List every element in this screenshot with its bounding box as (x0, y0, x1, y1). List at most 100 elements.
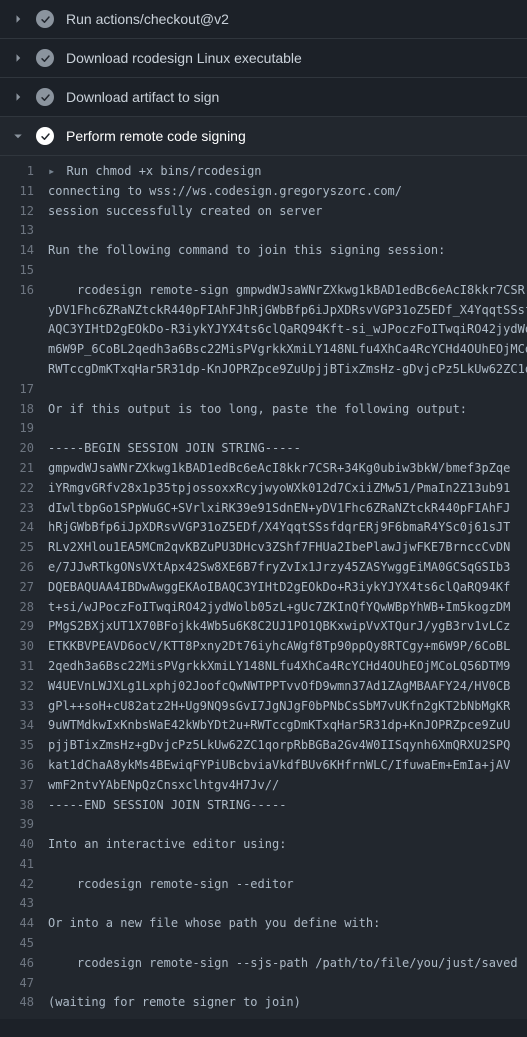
log-line: 36kat1dChaA8ykMs4BEwiqFYPiUBcbviaVkdfBUv… (0, 756, 527, 776)
step-label: Run actions/checkout@v2 (66, 11, 229, 27)
line-number: 40 (0, 835, 48, 855)
line-number: 47 (0, 974, 48, 994)
line-content: DQEBAQUAA4IBDwAwggEKAoIBAQC3YIHtD2gEOkDo… (48, 578, 510, 598)
line-text: 2qedh3a6Bsc22MisPVgrkkXmiLY148NLfu4XhCa4… (48, 659, 510, 673)
line-text: PMgS2BXjxUT1X70BFojkk4Wb5u6K8C2UJ1PO1QBK… (48, 619, 510, 633)
line-number: 41 (0, 855, 48, 875)
line-text: W4UEVnLWJXLg1Lxphj02JoofcQwNWTPPTvvOfD9w… (48, 679, 510, 693)
line-text: DQEBAQUAA4IBDwAwggEKAoIBAQC3YIHtD2gEOkDo… (48, 580, 510, 594)
line-number (0, 340, 48, 360)
line-content: session successfully created on server (48, 202, 323, 222)
log-line: 21gmpwdWJsaWNrZXkwg1kBAD1edBc6eAcI8kkr7C… (0, 459, 527, 479)
log-line: yDV1Fhc6ZRaNZtckR440pFIAhFJhRjGWbBfp6iJp… (0, 301, 527, 321)
log-line: 35pjjBTixZmsHz+gDvjcPz5LkUw62ZC1qorpRbBG… (0, 736, 527, 756)
log-line: 349uWTMdkwIxKnbsWaE42kWbYDt2u+RWTccgDmKT… (0, 716, 527, 736)
step-row[interactable]: Download artifact to sign (0, 78, 527, 117)
line-content: wmF2ntvYAbENpQzCnsxclhtgv4H7Jv// (48, 776, 279, 796)
line-number: 1 (0, 162, 48, 182)
log-line: 45 (0, 934, 527, 954)
log-line: 37wmF2ntvYAbENpQzCnsxclhtgv4H7Jv// (0, 776, 527, 796)
line-content: RWTccgDmKTxqHar5R31dp-KnJOPRZpce9ZuUpjjB… (48, 360, 527, 380)
line-number: 48 (0, 993, 48, 1013)
line-number: 16 (0, 281, 48, 301)
line-text: -----END SESSION JOIN STRING----- (48, 798, 286, 812)
check-circle-icon (36, 10, 54, 28)
log-line: 24hRjGWbBfp6iJpXDRsvVGP31oZ5EDf/X4YqqtSS… (0, 518, 527, 538)
log-line: 29PMgS2BXjxUT1X70BFojkk4Wb5u6K8C2UJ1PO1Q… (0, 617, 527, 637)
line-content: kat1dChaA8ykMs4BEwiqFYPiUBcbviaVkdfBUv6K… (48, 756, 510, 776)
log-line: 47 (0, 974, 527, 994)
line-text: Or if this output is too long, paste the… (48, 402, 467, 416)
log-line: 42 rcodesign remote-sign --editor (0, 875, 527, 895)
line-content: (waiting for remote signer to join) (48, 993, 301, 1013)
log-line: 19 (0, 419, 527, 439)
line-number: 33 (0, 697, 48, 717)
line-content: PMgS2BXjxUT1X70BFojkk4Wb5u6K8C2UJ1PO1QBK… (48, 617, 510, 637)
line-content: rcodesign remote-sign gmpwdWJsaWNrZXkwg1… (48, 281, 527, 301)
line-number (0, 320, 48, 340)
line-number: 17 (0, 380, 48, 400)
check-circle-icon (36, 127, 54, 145)
line-number: 25 (0, 538, 48, 558)
line-text: -----BEGIN SESSION JOIN STRING----- (48, 441, 301, 455)
log-line: 40Into an interactive editor using: (0, 835, 527, 855)
log-output: 1▸ Run chmod +x bins/rcodesign11connecti… (0, 156, 527, 1019)
line-number: 30 (0, 637, 48, 657)
line-text: gPl++soH+cU82atz2H+Ug9NQ9sGvI7JgNJgF0bPN… (48, 699, 510, 713)
log-line: 48(waiting for remote signer to join) (0, 993, 527, 1013)
log-line: 20-----BEGIN SESSION JOIN STRING----- (0, 439, 527, 459)
log-line: 30ETKKBVPEAVD6ocV/KTT8Pxny2Dt76iyhcAWgf8… (0, 637, 527, 657)
log-line: 28t+si/wJPoczFoITwqiRO42jydWolb05zL+gUc7… (0, 598, 527, 618)
line-number: 19 (0, 419, 48, 439)
log-line: 15 (0, 261, 527, 281)
line-number: 44 (0, 914, 48, 934)
log-line: 17 (0, 380, 527, 400)
line-content: RLv2XHlou1EA5MCm2qvKBZuPU3DHcv3ZShf7FHUa… (48, 538, 510, 558)
line-text: yDV1Fhc6ZRaNZtckR440pFIAhFJhRjGWbBfp6iJp… (48, 303, 527, 317)
line-number: 21 (0, 459, 48, 479)
line-text: pjjBTixZmsHz+gDvjcPz5LkUw62ZC1qorpRbBGBa… (48, 738, 510, 752)
line-content: 9uWTMdkwIxKnbsWaE42kWbYDt2u+RWTccgDmKTxq… (48, 716, 510, 736)
line-number: 18 (0, 400, 48, 420)
line-number: 38 (0, 796, 48, 816)
line-content: -----BEGIN SESSION JOIN STRING----- (48, 439, 301, 459)
log-line: 32W4UEVnLWJXLg1Lxphj02JoofcQwNWTPPTvvOfD… (0, 677, 527, 697)
log-line: 26e/7JJwRTkgONsVXtApx42Sw8XE6B7fryZvIx1J… (0, 558, 527, 578)
chevron-right-icon (12, 91, 24, 103)
log-line: 312qedh3a6Bsc22MisPVgrkkXmiLY148NLfu4XhC… (0, 657, 527, 677)
line-text: kat1dChaA8ykMs4BEwiqFYPiUBcbviaVkdfBUv6K… (48, 758, 510, 772)
line-content: m6W9P_6CoBL2qedh3a6Bsc22MisPVgrkkXmiLY14… (48, 340, 527, 360)
disclosure-triangle-icon[interactable]: ▸ (48, 164, 62, 178)
log-line: 16 rcodesign remote-sign gmpwdWJsaWNrZXk… (0, 281, 527, 301)
log-line: 41 (0, 855, 527, 875)
step-label: Download artifact to sign (66, 89, 219, 105)
line-text: m6W9P_6CoBL2qedh3a6Bsc22MisPVgrkkXmiLY14… (48, 342, 527, 356)
line-text: wmF2ntvYAbENpQzCnsxclhtgv4H7Jv// (48, 778, 279, 792)
line-content: Into an interactive editor using: (48, 835, 286, 855)
log-line: AQC3YIHtD2gEOkDo-R3iykYJYX4ts6clQaRQ94Kf… (0, 320, 527, 340)
line-number (0, 301, 48, 321)
line-number: 23 (0, 499, 48, 519)
step-row[interactable]: Download rcodesign Linux executable (0, 39, 527, 78)
line-number: 24 (0, 518, 48, 538)
line-number: 15 (0, 261, 48, 281)
line-number: 26 (0, 558, 48, 578)
line-content: AQC3YIHtD2gEOkDo-R3iykYJYX4ts6clQaRQ94Kf… (48, 320, 527, 340)
line-text: 9uWTMdkwIxKnbsWaE42kWbYDt2u+RWTccgDmKTxq… (48, 718, 510, 732)
line-number: 14 (0, 241, 48, 261)
check-circle-icon (36, 49, 54, 67)
line-number: 28 (0, 598, 48, 618)
step-row[interactable]: Perform remote code signing (0, 117, 527, 156)
line-number: 31 (0, 657, 48, 677)
line-text: session successfully created on server (48, 204, 323, 218)
line-number (0, 360, 48, 380)
line-text: connecting to wss://ws.codesign.gregorys… (48, 184, 402, 198)
step-row[interactable]: Run actions/checkout@v2 (0, 0, 527, 39)
chevron-right-icon (12, 52, 24, 64)
line-number: 20 (0, 439, 48, 459)
line-content: -----END SESSION JOIN STRING----- (48, 796, 286, 816)
line-content: Or into a new file whose path you define… (48, 914, 380, 934)
line-text: e/7JJwRTkgONsVXtApx42Sw8XE6B7fryZvIx1Jrz… (48, 560, 510, 574)
line-text: Run chmod +x bins/rcodesign (66, 164, 261, 178)
steps-list: Run actions/checkout@v2 Download rcodesig… (0, 0, 527, 1019)
